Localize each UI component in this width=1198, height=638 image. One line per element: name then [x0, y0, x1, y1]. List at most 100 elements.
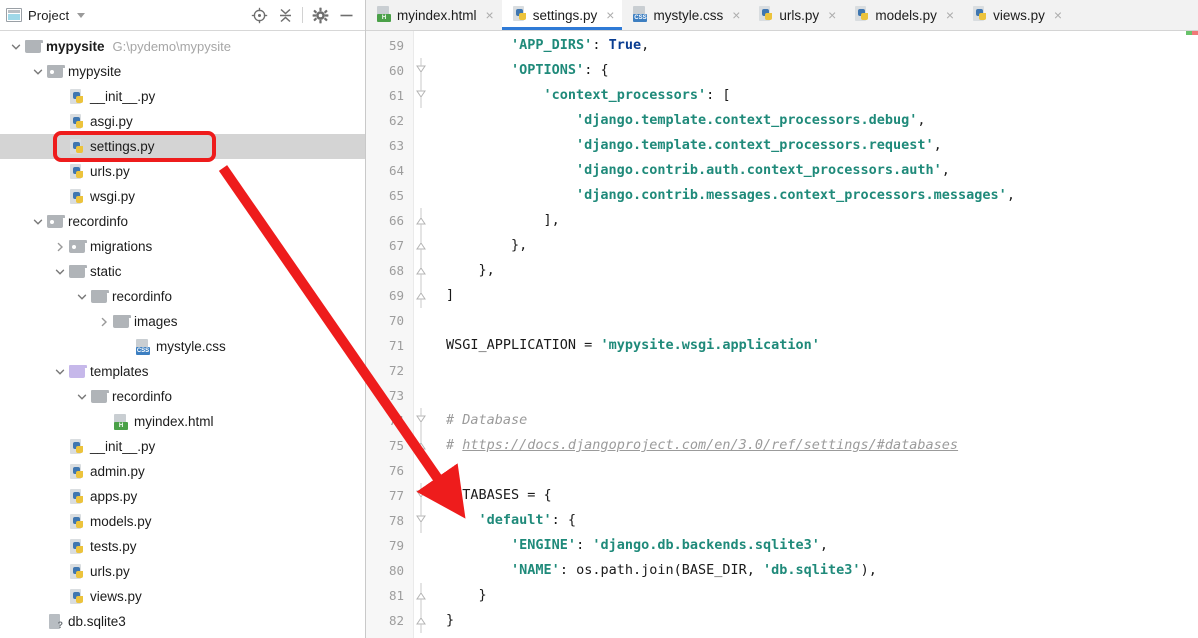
tree-item-recordinfo[interactable]: recordinfo	[0, 384, 365, 409]
editor-tab-myindex-html[interactable]: Hmyindex.html ×	[366, 0, 502, 30]
tree-item-urls-py[interactable]: urls.py	[0, 159, 365, 184]
fold-marker[interactable]	[414, 408, 436, 433]
close-icon[interactable]: ×	[828, 8, 836, 22]
tree-item-label: urls.py	[90, 163, 130, 179]
code-line[interactable]: ]	[436, 283, 1198, 308]
tree-expander[interactable]	[30, 59, 46, 84]
python-file-icon	[854, 5, 870, 22]
code-line[interactable]	[436, 383, 1198, 408]
code-line[interactable]: },	[436, 233, 1198, 258]
fold-marker[interactable]	[414, 283, 436, 308]
tree-expander[interactable]	[52, 259, 68, 284]
close-icon[interactable]: ×	[946, 8, 954, 22]
tree-item-wsgi-py[interactable]: wsgi.py	[0, 184, 365, 209]
code-line[interactable]: # https://docs.djangoproject.com/en/3.0/…	[436, 433, 1198, 458]
minimize-icon[interactable]	[333, 3, 359, 27]
tree-expander	[30, 609, 46, 634]
code-line[interactable]: }	[436, 608, 1198, 633]
code-line[interactable]	[436, 458, 1198, 483]
fold-marker[interactable]	[414, 83, 436, 108]
tree-item--init-py[interactable]: __init__.py	[0, 434, 365, 459]
tree-item-templates[interactable]: templates	[0, 359, 365, 384]
tree-item-static[interactable]: static	[0, 259, 365, 284]
tree-item-apps-py[interactable]: apps.py	[0, 484, 365, 509]
tree-expander[interactable]	[52, 234, 68, 259]
tree-item-images[interactable]: images	[0, 309, 365, 334]
tree-item-migrations[interactable]: migrations	[0, 234, 365, 259]
editor-tab-urls-py[interactable]: urls.py ×	[748, 0, 845, 30]
code-line[interactable]: ],	[436, 208, 1198, 233]
close-icon[interactable]: ×	[606, 8, 614, 22]
fold-marker[interactable]	[414, 58, 436, 83]
code-line[interactable]: },	[436, 258, 1198, 283]
tab-file-icon	[512, 5, 528, 25]
tree-expander[interactable]	[96, 309, 112, 334]
code-line[interactable]: DATABASES = {	[436, 483, 1198, 508]
tree-item-mystyle-css[interactable]: CSS mystyle.css	[0, 334, 365, 359]
editor-tab-settings-py[interactable]: settings.py ×	[501, 0, 623, 30]
code-token: : {	[551, 512, 577, 528]
fold-marker	[414, 133, 436, 158]
fold-marker[interactable]	[414, 608, 436, 633]
fold-marker[interactable]	[414, 208, 436, 233]
code-line[interactable]: }	[436, 583, 1198, 608]
close-icon[interactable]: ×	[732, 8, 740, 22]
code-line[interactable]: # Database	[436, 408, 1198, 433]
tree-expander[interactable]	[30, 209, 46, 234]
tree-item-recordinfo[interactable]: recordinfo	[0, 284, 365, 309]
project-panel-title-group[interactable]: Project	[6, 8, 86, 23]
code-line[interactable]: WSGI_APPLICATION = 'mypysite.wsgi.applic…	[436, 333, 1198, 358]
code-folding-column[interactable]	[414, 31, 436, 638]
code-line[interactable]: 'NAME': os.path.join(BASE_DIR, 'db.sqlit…	[436, 558, 1198, 583]
editor-tab-models-py[interactable]: models.py ×	[844, 0, 963, 30]
tree-item-recordinfo[interactable]: recordinfo	[0, 209, 365, 234]
code-line[interactable]	[436, 358, 1198, 383]
chevron-down-icon[interactable]	[77, 12, 86, 18]
code-line[interactable]: 'django.contrib.auth.context_processors.…	[436, 158, 1198, 183]
tree-item-views-py[interactable]: views.py	[0, 584, 365, 609]
tree-item-tests-py[interactable]: tests.py	[0, 534, 365, 559]
close-icon[interactable]: ×	[486, 8, 494, 22]
tree-item--init-py[interactable]: __init__.py	[0, 84, 365, 109]
editor-tab-mystyle-css[interactable]: CSS mystyle.css ×	[622, 0, 749, 30]
tree-item-settings-py[interactable]: settings.py	[0, 134, 365, 159]
fold-marker[interactable]	[414, 483, 436, 508]
tree-item-asgi-py[interactable]: asgi.py	[0, 109, 365, 134]
code-line[interactable]: 'default': {	[436, 508, 1198, 533]
code-line[interactable]: 'ENGINE': 'django.db.backends.sqlite3',	[436, 533, 1198, 558]
tree-item-admin-py[interactable]: admin.py	[0, 459, 365, 484]
code-editor[interactable]: 59 60 61 62 63 64 65 66 67 68 69 70 71 72 73 74 75 76 77 78…	[366, 31, 1198, 638]
tab-label: urls.py	[779, 7, 820, 23]
editor-tab-views-py[interactable]: views.py ×	[962, 0, 1071, 30]
gear-icon[interactable]	[307, 3, 333, 27]
project-tree[interactable]: mypysite G:\pydemo\mypysite mypysite __init…	[0, 31, 365, 634]
tree-expander[interactable]	[8, 34, 24, 59]
collapse-all-icon[interactable]	[272, 3, 298, 27]
code-line[interactable]	[436, 308, 1198, 333]
tree-item-models-py[interactable]: models.py	[0, 509, 365, 534]
fold-marker[interactable]	[414, 433, 436, 458]
tree-expander[interactable]	[74, 384, 90, 409]
close-icon[interactable]: ×	[1054, 8, 1062, 22]
code-line[interactable]: 'django.template.context_processors.requ…	[436, 133, 1198, 158]
code-line[interactable]: 'django.contrib.messages.context_process…	[436, 183, 1198, 208]
code-line[interactable]: 'context_processors': [	[436, 83, 1198, 108]
tree-item-mypysite[interactable]: mypysite	[0, 59, 365, 84]
editor-tabbar[interactable]: Hmyindex.html × settings.py × CSS mystyle.css…	[366, 0, 1198, 31]
code-line[interactable]: 'APP_DIRS': True,	[436, 33, 1198, 58]
editor-scrollbar[interactable]	[1186, 31, 1198, 638]
locate-icon[interactable]	[246, 3, 272, 27]
tree-expander[interactable]	[74, 284, 90, 309]
code-content[interactable]: 'APP_DIRS': True, 'OPTIONS': { 'context_…	[436, 31, 1198, 638]
tree-item-myindex-html[interactable]: Hmyindex.html	[0, 409, 365, 434]
fold-marker[interactable]	[414, 258, 436, 283]
fold-marker[interactable]	[414, 583, 436, 608]
tree-item-urls-py[interactable]: urls.py	[0, 559, 365, 584]
code-line[interactable]: 'django.template.context_processors.debu…	[436, 108, 1198, 133]
fold-marker[interactable]	[414, 233, 436, 258]
code-line[interactable]: 'OPTIONS': {	[436, 58, 1198, 83]
tree-expander[interactable]	[52, 359, 68, 384]
tree-item-mypysite[interactable]: mypysite G:\pydemo\mypysite	[0, 34, 365, 59]
fold-marker[interactable]	[414, 508, 436, 533]
tree-item-db-sqlite3[interactable]: ? db.sqlite3	[0, 609, 365, 634]
